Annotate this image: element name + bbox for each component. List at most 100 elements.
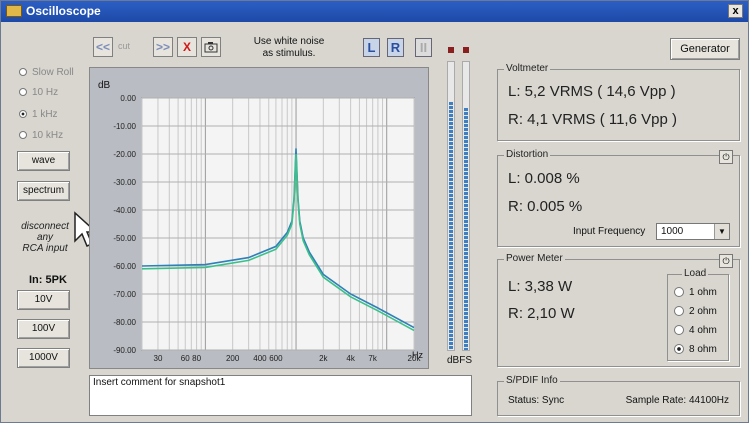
next-snapshot-button[interactable]: >> [153,37,173,57]
radio-option[interactable]: 10 kHz [19,130,63,141]
y-tick-label: -20.00 [113,150,136,159]
range-1000v-button[interactable]: 1000V [17,348,70,368]
spectrum-plot[interactable]: dB Hz 0.00 -10.00 -20.00 -30.00 -40.00 -50.00… [89,67,429,369]
radio-option[interactable]: 1 kHz [19,109,58,120]
distortion-title: Distortion [504,149,551,160]
radio-label: Slow Roll [32,67,74,78]
delete-snapshot-button[interactable]: X [177,37,197,57]
x-tick-label: 7k [368,354,377,363]
power-meter-title: Power Meter [504,253,565,264]
voltmeter-title: Voltmeter [504,63,551,74]
level-meter-right-fill [464,108,468,350]
power-icon: ⏻ [722,256,730,266]
radio-dot-selected [674,344,684,355]
power-meter-power-button[interactable]: ⏻ [719,254,733,268]
range-100v-button[interactable]: 100V [17,319,70,339]
x-tick-label: 200 [226,354,240,363]
radio-option[interactable]: Slow Roll [19,67,74,78]
distortion-left-reading: L: 0.008 % [508,170,580,187]
radio-label: 1 kHz [32,109,58,120]
app-icon [6,5,22,17]
title-bar[interactable]: Oscilloscope x [1,1,748,22]
power-icon: ⏻ [722,152,730,162]
load-group: Load 1 ohm 2 ohm 4 ohm 8 ohm [667,268,729,361]
radio-dot [674,325,684,336]
oscilloscope-window: Oscilloscope x << cut >> X Use white noi… [0,0,749,423]
level-meter-right [462,61,470,351]
close-button[interactable]: x [728,4,743,18]
distortion-right-reading: R: 0.005 % [508,198,583,215]
input-frequency-value: 1000 [661,226,684,237]
x-tick-label: 20k [408,354,422,363]
distortion-power-button[interactable]: ⏻ [719,150,733,164]
y-tick-label: -10.00 [113,122,136,131]
spectrum-chart: 0.00 -10.00 -20.00 -30.00 -40.00 -50.00 -60.00… [113,94,422,363]
load-option[interactable]: 1 ohm [674,287,717,298]
power-left-reading: L: 3,38 W [508,278,573,295]
y-tick-label: -40.00 [113,206,136,215]
disconnect-note-line-1: disconnect [21,221,69,232]
power-meter-group: Power Meter ⏻ L: 3,38 W R: 2,10 W Load 1… [497,253,740,367]
load-option-label: 1 ohm [689,287,717,298]
chevron-down-icon[interactable]: ▼ [714,224,729,239]
stimulus-hint-line-1: Use white noise [253,36,325,47]
load-title: Load [682,268,709,279]
stimulus-hint: Use white noise as stimulus. [249,36,329,60]
disconnect-note: disconnect any RCA input [15,221,75,254]
x-tick-label: 30 [154,354,163,363]
spdif-group: S/PDIF Info Status: Sync Sample Rate: 44… [497,375,740,416]
level-meter-left-fill [449,102,453,350]
y-tick-label: -50.00 [113,234,136,243]
input-frequency-select[interactable]: 1000 ▼ [656,223,730,240]
load-option-label: 2 ohm [689,306,717,317]
left-channel-button[interactable]: L [363,38,380,57]
radio-dot-selected [19,110,27,119]
input-frequency-label: Input Frequency [573,226,646,237]
load-option-label: 8 ohm [689,344,717,355]
voltmeter-left-reading: L: 5,2 VRMS ( 14,6 Vpp ) [508,83,676,100]
clip-indicator-left [448,47,454,53]
generator-button[interactable]: Generator [670,38,740,60]
camera-icon [204,42,218,53]
level-meter-left [447,61,455,351]
spdif-title: S/PDIF Info [504,375,560,386]
input-range-label: In: 5PK [29,274,67,286]
window-title: Oscilloscope [26,4,101,18]
y-tick-label: -70.00 [113,290,136,299]
range-10v-button[interactable]: 10V [17,290,70,310]
voltmeter-right-reading: R: 4,1 VRMS ( 11,6 Vpp ) [508,111,677,128]
y-tick-label: -80.00 [113,318,136,327]
power-right-reading: R: 2,10 W [508,305,575,322]
snapshot-comment-input[interactable]: Insert comment for snapshot1 [89,375,472,416]
radio-label: 10 Hz [32,87,59,98]
x-tick-label: 80 [192,354,201,363]
load-option-label: 4 ohm [689,325,717,336]
spdif-status: Status: Sync [508,395,565,406]
previous-snapshot-button[interactable]: << [93,37,113,57]
pause-button[interactable]: II [415,38,432,57]
load-option[interactable]: 8 ohm [674,344,717,355]
radio-dot [19,88,27,97]
radio-option[interactable]: 10 Hz [19,87,58,98]
y-tick-label: -30.00 [113,178,136,187]
snapshot-indicator: cut [118,41,131,51]
spectrum-button[interactable]: spectrum [17,181,70,201]
radio-dot [674,287,684,298]
spdif-sample-rate: Sample Rate: 44100Hz [625,395,729,406]
x-tick-label: 400 [253,354,267,363]
disconnect-note-line-2: any [36,232,54,243]
load-option[interactable]: 2 ohm [674,306,717,317]
camera-snapshot-button[interactable] [201,37,221,57]
right-channel-button[interactable]: R [387,38,404,57]
x-tick-label: 4k [346,354,355,363]
y-tick-label: 0.00 [120,94,136,103]
radio-dot [19,68,27,77]
meter-unit-label: dBFS [447,355,473,366]
x-tick-label: 60 [181,354,190,363]
radio-label: 10 kHz [32,130,64,141]
x-tick-label: 600 [269,354,283,363]
load-option[interactable]: 4 ohm [674,325,717,336]
wave-button[interactable]: wave [17,151,70,171]
snapshot-comment-text: Insert comment for snapshot1 [93,377,226,388]
clip-indicator-right [463,47,469,53]
